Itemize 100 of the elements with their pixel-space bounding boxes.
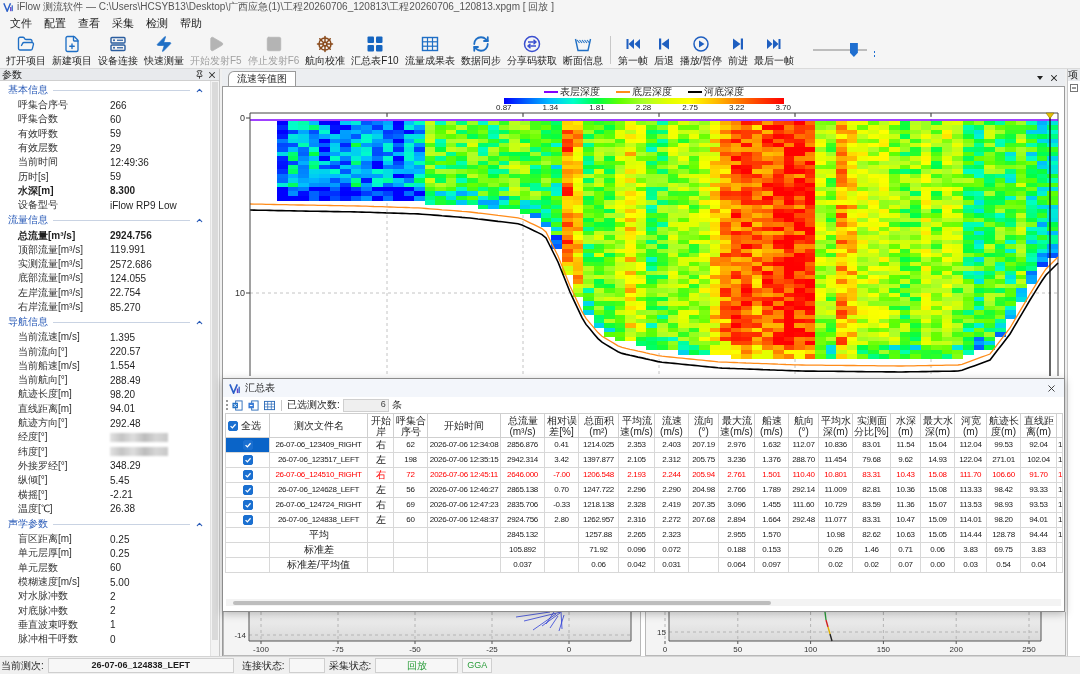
- property-label: 脉冲相干呼数: [18, 634, 79, 645]
- legend-label: 底层深度: [631, 87, 672, 97]
- table-cell: 平均: [269, 527, 368, 543]
- property-value: 2572.686: [110, 257, 152, 272]
- toolbar-button[interactable]: [231, 398, 244, 412]
- table-cell: 94.01: [1020, 512, 1057, 528]
- toolbar-button[interactable]: 设备连接: [95, 32, 141, 68]
- menu-item[interactable]: 检测: [140, 15, 174, 31]
- column-header[interactable]: 平均水深(m): [818, 413, 853, 438]
- playback-slider[interactable]: [813, 43, 868, 57]
- column-header[interactable]: 船速(m/s): [754, 413, 789, 438]
- toolbar-button[interactable]: 新建项目: [49, 32, 95, 68]
- table-cell: 288.70: [788, 452, 819, 468]
- column-header[interactable]: 水深(m): [890, 413, 921, 438]
- row-checkbox[interactable]: [242, 500, 253, 510]
- dropdown-icon[interactable]: [1036, 74, 1044, 82]
- position-cursor[interactable]: [1045, 112, 1055, 377]
- table-cell: 198: [393, 452, 428, 468]
- column-header[interactable]: 总流量(m³/s): [500, 413, 545, 438]
- selected-count-label: 已选测次数:: [287, 400, 340, 410]
- scrollbar-thumb[interactable]: [233, 600, 771, 605]
- toolbar-button[interactable]: 播放/暂停: [676, 32, 726, 68]
- property-label: 呼集合序号: [18, 100, 69, 111]
- toolbar-button[interactable]: 航向校准: [302, 32, 349, 68]
- column-header[interactable]: 直线距离(m): [1020, 413, 1057, 438]
- property-value: 5.00: [110, 575, 130, 590]
- table-cell: 2.296: [618, 482, 655, 498]
- close-icon[interactable]: [1049, 73, 1059, 83]
- table-cell: 2835.706: [500, 497, 545, 513]
- table-cell: 205.75: [688, 452, 719, 468]
- chart-tab[interactable]: 流速等值图: [228, 71, 296, 86]
- column-header[interactable]: 流速(m/s): [654, 413, 689, 438]
- vertical-scrollbar[interactable]: [210, 81, 219, 656]
- collapse-icon[interactable]: [1070, 84, 1078, 92]
- property-value: 2: [110, 604, 116, 619]
- toolbar-button[interactable]: 断面信息: [559, 32, 606, 68]
- menu-item[interactable]: 查看: [72, 15, 106, 31]
- column-header[interactable]: 测次文件名: [269, 413, 368, 438]
- toolbar-button[interactable]: 打开项目: [3, 32, 49, 68]
- toolbar-button[interactable]: 最后一帧: [751, 32, 798, 68]
- toolbar-button[interactable]: 前进: [725, 32, 752, 68]
- row-checkbox[interactable]: [242, 470, 253, 480]
- toolbar-button[interactable]: 快速测量: [141, 32, 187, 68]
- column-header[interactable]: 开始岸: [367, 413, 394, 438]
- select-all-checkbox[interactable]: [228, 420, 238, 431]
- table-cell: 2026-07-06 12:47:23: [427, 497, 501, 513]
- table-cell: 2026-07-06 12:45:11: [427, 467, 501, 483]
- column-header[interactable]: 航向(°): [788, 413, 819, 438]
- table-cell: 2856.876: [500, 437, 545, 453]
- table-cell: 0.41: [544, 437, 579, 453]
- toolbar-button[interactable]: [263, 398, 276, 412]
- toolbar-button[interactable]: 分享码获取: [503, 32, 560, 68]
- table-cell: 1206.548: [578, 467, 619, 483]
- group-header[interactable]: 基本信息: [0, 82, 210, 98]
- row-checkbox[interactable]: [242, 485, 253, 495]
- column-header[interactable]: 航迹长度(m): [986, 413, 1021, 438]
- column-header[interactable]: 总面积(m²): [578, 413, 619, 438]
- grid-icon: [365, 35, 384, 53]
- column-header[interactable]: 最大水深(m): [920, 413, 955, 438]
- row-checkbox[interactable]: [242, 455, 253, 465]
- table-cell: 1: [1056, 437, 1063, 453]
- toolbar-button[interactable]: 流量成果表: [401, 32, 458, 68]
- column-header[interactable]: 呼集合序号: [393, 413, 428, 438]
- table-cell: 10.98: [818, 527, 853, 543]
- group-header[interactable]: 声学参数: [0, 516, 210, 532]
- table-cell: 92.04: [1020, 437, 1057, 453]
- scrollbar-thumb[interactable]: [212, 82, 218, 640]
- column-header[interactable]: 实测面分比[%]: [852, 413, 891, 438]
- toolbar-button[interactable]: 后退: [650, 32, 677, 68]
- toolbar-button[interactable]: [247, 398, 260, 412]
- pin-icon[interactable]: [195, 70, 204, 79]
- toolbar-button[interactable]: 汇总表F10: [348, 32, 402, 68]
- column-header[interactable]: 相对误差[%]: [544, 413, 579, 438]
- count-field[interactable]: 6: [342, 398, 389, 412]
- table-cell: 292.48: [788, 512, 819, 528]
- horizontal-scrollbar[interactable]: [226, 599, 1061, 606]
- column-header[interactable]: 河宽(m): [954, 413, 987, 438]
- column-header[interactable]: 流向(°): [688, 413, 719, 438]
- menu-item[interactable]: 帮助: [174, 15, 208, 31]
- column-header[interactable]: 最大流速(m/s): [718, 413, 755, 438]
- menu-item[interactable]: 配置: [38, 15, 72, 31]
- group-header[interactable]: 导航信息: [0, 314, 210, 331]
- table-cell: 2026-07-06 12:34:08: [427, 437, 501, 453]
- table-cell: 2.766: [718, 482, 755, 498]
- row-checkbox[interactable]: [242, 515, 253, 525]
- slider-thumb[interactable]: [849, 43, 858, 57]
- table-cell: 112.07: [788, 437, 819, 453]
- table-cell: 113.33: [954, 482, 987, 498]
- axis-tick-label: -100: [253, 645, 269, 654]
- column-header[interactable]: 开始时间: [427, 413, 501, 438]
- row-checkbox[interactable]: [242, 440, 253, 450]
- toolbar-button[interactable]: 数据同步: [457, 32, 504, 68]
- toolbar-button[interactable]: 第一帧: [614, 32, 651, 68]
- table-cell: 10.36: [890, 482, 921, 498]
- table-cell: 2.272: [654, 512, 689, 528]
- group-header[interactable]: 流量信息: [0, 212, 210, 229]
- menu-item[interactable]: 采集: [106, 15, 140, 31]
- menu-item[interactable]: 文件: [4, 15, 38, 31]
- close-icon[interactable]: [207, 69, 217, 80]
- column-header[interactable]: 平均流速(m/s): [618, 413, 655, 438]
